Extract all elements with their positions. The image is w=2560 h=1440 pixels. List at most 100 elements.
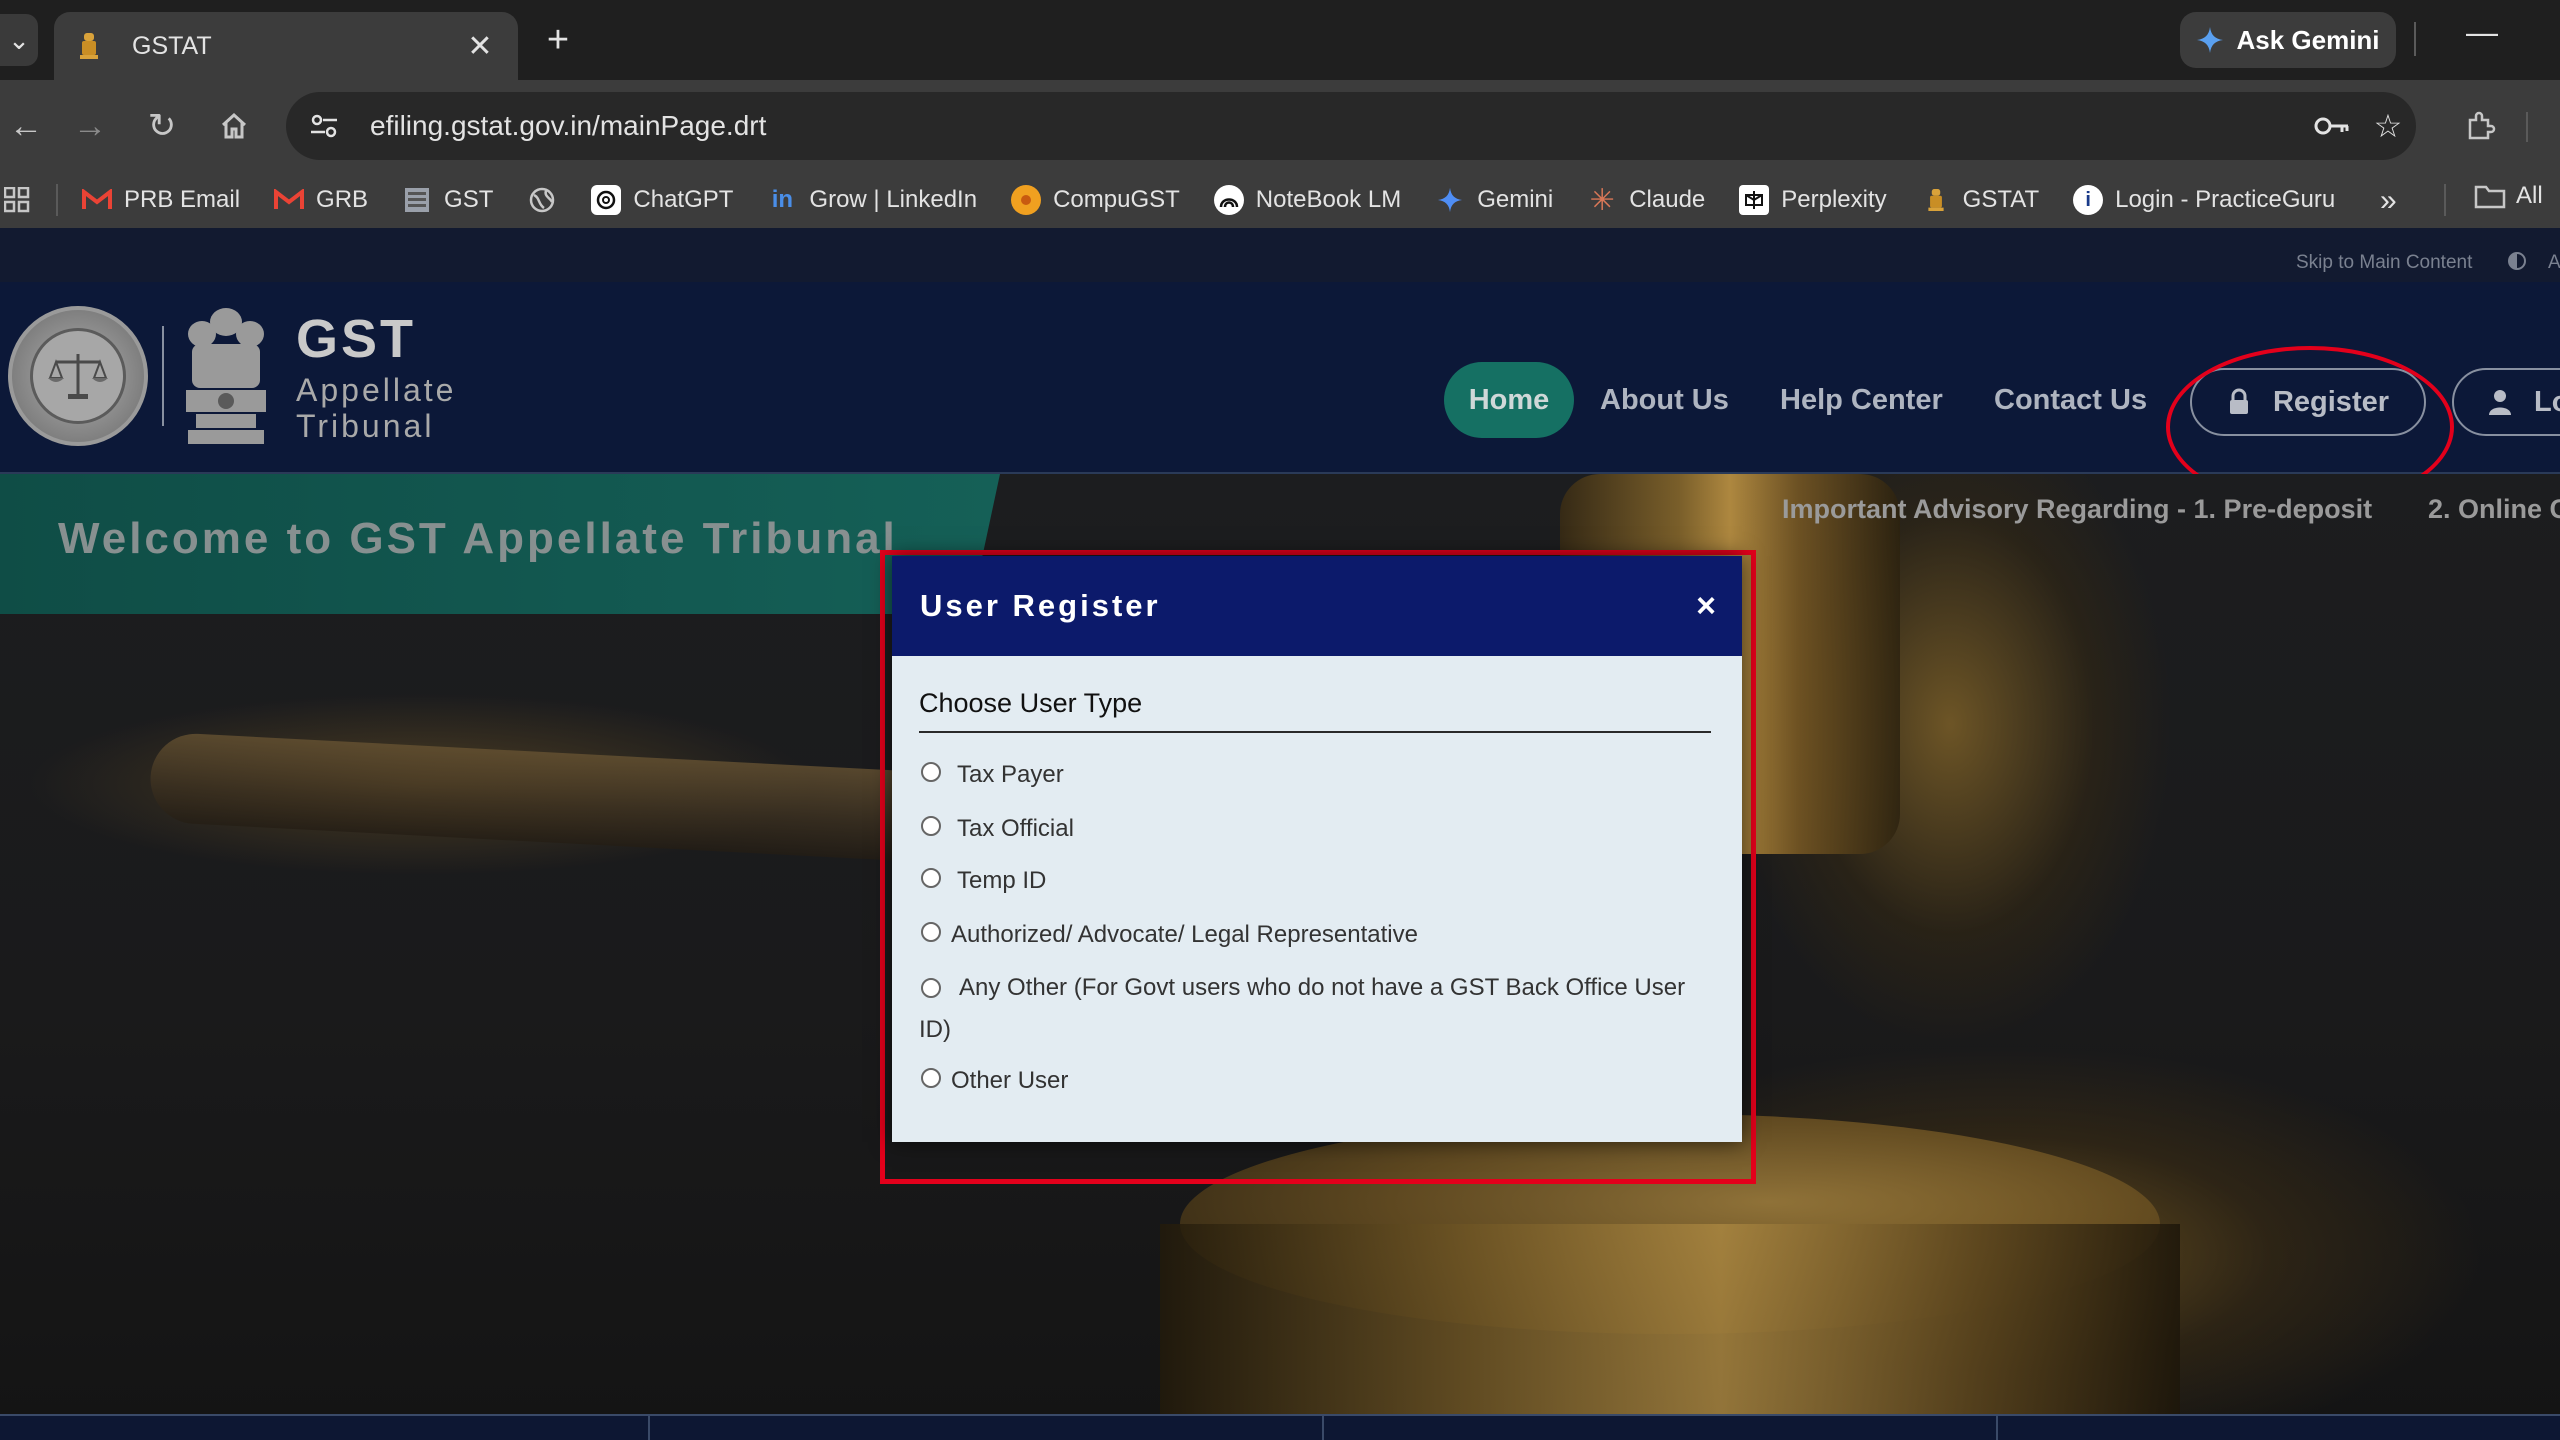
option-other-user[interactable]: Other User [919, 1061, 1714, 1101]
forward-icon[interactable]: → [64, 100, 116, 152]
option-temp-id[interactable]: Temp ID [919, 861, 1714, 901]
bookmark-perplexity[interactable]: Perplexity [1739, 185, 1887, 215]
radio-tax-payer[interactable] [921, 762, 941, 782]
folder-icon [2474, 185, 2506, 209]
divider [1996, 1416, 1998, 1440]
ask-gemini-button[interactable]: Ask Gemini [2180, 12, 2396, 68]
address-bar[interactable]: efiling.gstat.gov.in/mainPage.drt ☆ [286, 92, 2416, 160]
option-tax-payer[interactable]: Tax Payer [919, 755, 1714, 795]
globe-icon [527, 185, 557, 215]
nav-help-center[interactable]: Help Center [1780, 362, 1943, 438]
tab-title: GSTAT [132, 31, 212, 60]
radio-other-user[interactable] [921, 1068, 941, 1088]
all-bookmarks-button[interactable]: All [2474, 182, 2543, 210]
divider [648, 1416, 650, 1440]
emblem-favicon-icon [74, 31, 104, 61]
ask-gemini-label: Ask Gemini [2236, 24, 2380, 55]
compugst-icon [1011, 185, 1042, 215]
bookmark-gemini[interactable]: Gemini [1435, 185, 1553, 215]
gmail-icon [82, 185, 112, 215]
chatgpt-icon [591, 185, 622, 215]
nav-contact-us[interactable]: Contact Us [1994, 362, 2147, 438]
contrast-icon[interactable] [2508, 252, 2526, 270]
radio-authorized-representative[interactable] [921, 922, 941, 942]
option-any-other[interactable]: Any Other (For Govt users who do not hav… [919, 967, 1709, 1051]
skip-to-main-link[interactable]: Skip to Main Content [2296, 252, 2472, 274]
claude-icon: ✳ [1589, 183, 1615, 217]
close-icon[interactable]: ✕ [462, 29, 498, 64]
advisory-ticker-next[interactable]: 2. Online C [2428, 494, 2560, 525]
divider [2526, 112, 2528, 142]
bookmark-grb[interactable]: GRB [274, 185, 368, 215]
divider [1322, 1416, 1324, 1440]
browser-tab[interactable]: GSTAT ✕ [54, 12, 518, 80]
national-emblem-logo [186, 308, 266, 444]
more-bookmarks-icon[interactable]: » [2380, 184, 2397, 218]
gmail-icon [274, 185, 305, 215]
modal-body: Choose User Type Tax Payer Tax Official … [892, 656, 1742, 1101]
bookmark-practiceguru[interactable]: i Login - PracticeGuru [2073, 185, 2335, 215]
divider [2444, 184, 2446, 216]
bookmarks-bar: PRB Email GRB GST ChatGPT in Grow | Link… [0, 172, 2560, 228]
browser-toolbar: ← → ↻ efiling.gstat.gov.in/mainPage.drt … [0, 80, 2560, 172]
minimize-icon[interactable]: — [2466, 14, 2498, 51]
bookmark-chatgpt[interactable]: ChatGPT [591, 185, 733, 215]
accessibility-strip: Skip to Main Content A [0, 228, 2560, 282]
password-key-icon[interactable] [2304, 98, 2360, 154]
site-header: GST Appellate Tribunal Home About Us Hel… [0, 282, 2560, 508]
tribunal-seal-logo [8, 306, 148, 446]
bookmark-linkedin[interactable]: in Grow | LinkedIn [767, 185, 977, 215]
perplexity-icon [1739, 185, 1770, 215]
brand-subtitle-line2: Tribunal [296, 408, 435, 444]
radio-temp-id[interactable] [921, 868, 941, 888]
user-register-modal: User Register × Choose User Type Tax Pay… [892, 556, 1742, 1142]
bookmark-star-icon[interactable]: ☆ [2360, 98, 2416, 154]
bookmark-claude[interactable]: ✳ Claude [1587, 183, 1706, 217]
footer-bar [0, 1414, 2560, 1440]
bookmark-compugst[interactable]: CompuGST [1011, 185, 1180, 215]
option-tax-official[interactable]: Tax Official [919, 809, 1714, 849]
back-icon[interactable]: ← [0, 100, 52, 152]
advisory-ticker[interactable]: Important Advisory Regarding - 1. Pre-de… [1782, 494, 2372, 525]
bookmark-gstat[interactable]: GSTAT [1921, 185, 2039, 215]
apps-grid-icon[interactable] [0, 183, 34, 217]
nav-about-us[interactable]: About Us [1600, 362, 1729, 438]
reload-icon[interactable]: ↻ [136, 100, 188, 152]
gemini-icon [1435, 185, 1465, 215]
divider [162, 326, 164, 426]
modal-title: User Register [920, 588, 1161, 623]
login-label: Lo [2534, 385, 2560, 418]
gavel-base-side-image [1160, 1224, 2180, 1440]
divider [2414, 22, 2416, 56]
home-icon[interactable] [208, 100, 260, 152]
info-icon: i [2073, 185, 2104, 215]
notebooklm-icon [1213, 185, 1244, 215]
browser-tabstrip: ⌄ GSTAT ✕ + Ask Gemini — [0, 0, 2560, 80]
gst-icon [402, 185, 432, 215]
bookmark-prb-email[interactable]: PRB Email [82, 185, 240, 215]
extensions-icon[interactable] [2454, 100, 2506, 152]
close-icon[interactable]: × [1696, 587, 1716, 626]
scales-icon [48, 354, 108, 399]
linkedin-icon: in [771, 186, 794, 213]
new-tab-button[interactable]: + [538, 18, 578, 62]
url-text: efiling.gstat.gov.in/mainPage.drt [370, 110, 767, 141]
emblem-icon [1921, 185, 1951, 215]
radio-any-other[interactable] [921, 978, 941, 998]
radio-tax-official[interactable] [921, 816, 941, 836]
modal-header: User Register × [892, 556, 1742, 656]
bookmark-globe[interactable] [527, 185, 557, 215]
tab-search-button[interactable]: ⌄ [0, 14, 38, 66]
brand-subtitle-line1: Appellate [296, 372, 457, 408]
bookmark-notebooklm[interactable]: NoteBook LM [1213, 185, 1401, 215]
user-icon [2489, 390, 2511, 415]
welcome-heading: Welcome to GST Appellate Tribunal [58, 514, 898, 563]
bookmark-gst[interactable]: GST [402, 185, 493, 215]
gemini-icon [2197, 27, 2224, 53]
option-authorized-representative[interactable]: Authorized/ Advocate/ Legal Representati… [919, 915, 1714, 955]
nav-home[interactable]: Home [1444, 362, 1574, 438]
login-button[interactable]: Lo [2452, 368, 2560, 436]
font-size-link[interactable]: A [2548, 252, 2560, 274]
brand-title: GST [296, 309, 417, 369]
site-info-icon[interactable] [300, 102, 348, 150]
